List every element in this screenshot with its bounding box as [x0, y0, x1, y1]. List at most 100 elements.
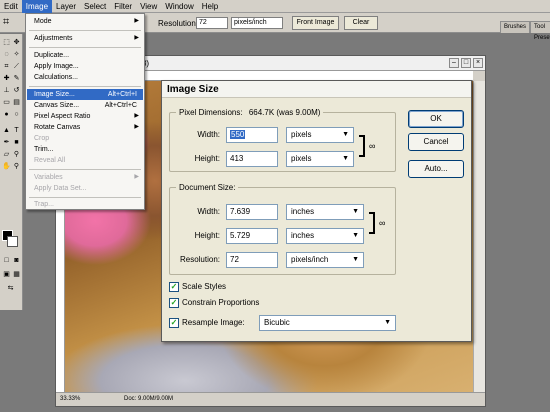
quick-mask-mode-icon[interactable]: ◙: [12, 256, 21, 265]
pen-tool-icon[interactable]: ✒: [2, 138, 11, 147]
blur-tool-icon[interactable]: ●: [2, 110, 11, 119]
slice-tool-icon[interactable]: ⟋: [12, 62, 21, 71]
menu-item-trap: Trap...: [34, 201, 54, 208]
menu-window[interactable]: Window: [161, 0, 197, 13]
submenu-arrow-icon: ▶: [134, 174, 139, 180]
screen-mode-icon[interactable]: ▣: [2, 270, 11, 279]
resample-method-select[interactable]: Bicubic ▼: [259, 315, 396, 331]
eraser-tool-icon[interactable]: ▭: [2, 98, 11, 107]
document-status-bar: 33.33% Doc: 9.00M/9.00M: [56, 392, 485, 406]
lasso-tool-icon[interactable]: ◌: [2, 50, 11, 59]
menu-separator: [29, 86, 141, 87]
background-color-swatch[interactable]: [7, 236, 18, 247]
resolution-unit-select[interactable]: pixels/inch: [231, 17, 283, 29]
menu-item-canvas-size[interactable]: Canvas Size... Alt+Ctrl+C: [27, 100, 143, 111]
resample-image-label: Resample Image:: [182, 318, 245, 327]
menu-item-duplicate[interactable]: Duplicate...: [27, 50, 143, 61]
crop-tool-icon[interactable]: ⌗: [3, 16, 9, 29]
chevron-down-icon: ▼: [352, 208, 359, 215]
maximize-icon[interactable]: □: [461, 58, 471, 68]
marquee-tool-icon[interactable]: ⬚: [2, 38, 11, 47]
move-tool-icon[interactable]: ✥: [12, 38, 21, 47]
tool-presets-tab[interactable]: Tool Presets: [530, 21, 550, 41]
menu-item-rotate-canvas[interactable]: Rotate Canvas ▶: [27, 122, 143, 133]
doc-link-bracket: [369, 212, 375, 234]
resolution-label: Resolution:: [158, 19, 199, 28]
image-size-dialog: Image Size Pixel Dimensions: 664.7K (was…: [161, 80, 472, 342]
auto-button[interactable]: Auto...: [408, 160, 464, 178]
chevron-down-icon: ▼: [352, 232, 359, 239]
jump-to-imageready-icon[interactable]: ⇆: [6, 284, 15, 293]
scale-styles-checkbox[interactable]: ✓: [169, 282, 179, 292]
menu-filter[interactable]: Filter: [110, 0, 136, 13]
menu-separator: [29, 197, 141, 198]
crop-tool-icon[interactable]: ⌗: [2, 62, 11, 71]
menu-item-apply-image[interactable]: Apply Image...: [27, 61, 143, 72]
hand-tool-icon[interactable]: ✋: [2, 162, 11, 171]
standard-mode-icon[interactable]: □: [2, 256, 11, 265]
minimize-icon[interactable]: –: [449, 58, 459, 68]
menu-separator: [29, 169, 141, 170]
menu-edit[interactable]: Edit: [0, 0, 22, 13]
close-icon[interactable]: ×: [473, 58, 483, 68]
type-tool-icon[interactable]: T: [12, 126, 21, 135]
magic-wand-tool-icon[interactable]: ✧: [12, 50, 21, 59]
constrain-proportions-checkbox[interactable]: ✓: [169, 298, 179, 308]
history-brush-tool-icon[interactable]: ↺: [12, 86, 21, 95]
pixel-width-unit-select[interactable]: pixels ▼: [286, 127, 354, 143]
gradient-tool-icon[interactable]: ▤: [12, 98, 21, 107]
resolution-unit-select[interactable]: pixels/inch ▼: [286, 252, 364, 268]
chevron-down-icon: ▼: [342, 155, 349, 162]
ok-button[interactable]: OK: [408, 110, 464, 128]
menu-item-pixel-aspect-ratio[interactable]: Pixel Aspect Ratio ▶: [27, 111, 143, 122]
pixel-width-label: Width:: [197, 130, 220, 139]
menu-layer[interactable]: Layer: [52, 0, 80, 13]
zoom-tool-icon[interactable]: ⚲: [12, 162, 21, 171]
doc-height-input[interactable]: 5.729: [226, 228, 278, 244]
menu-item-adjustments[interactable]: Adjustments ▶: [27, 33, 143, 44]
notes-tool-icon[interactable]: ▱: [2, 150, 11, 159]
stamp-tool-icon[interactable]: ⊥: [2, 86, 11, 95]
brushes-tab[interactable]: Brushes: [500, 21, 531, 33]
menu-image[interactable]: Image: [21, 0, 53, 13]
scale-styles-label: Scale Styles: [182, 282, 227, 291]
doc-width-unit-select[interactable]: inches ▼: [286, 204, 364, 220]
shape-tool-icon[interactable]: ■: [12, 138, 21, 147]
zoom-level[interactable]: 33.33%: [60, 393, 80, 406]
front-image-button[interactable]: Front Image: [292, 16, 339, 30]
pixel-link-bracket: [359, 135, 365, 157]
pixel-height-input[interactable]: 413: [226, 151, 278, 167]
pixel-height-unit-select[interactable]: pixels ▼: [286, 151, 354, 167]
vertical-scrollbar[interactable]: [473, 81, 485, 392]
fullscreen-mode-icon[interactable]: ▦: [12, 270, 21, 279]
menu-bar: Edit Image Layer Select Filter View Wind…: [0, 0, 550, 13]
doc-width-label: Width:: [197, 207, 220, 216]
menu-item-image-size[interactable]: Image Size... Alt+Ctrl+I: [27, 89, 143, 100]
cancel-button[interactable]: Cancel: [408, 133, 464, 151]
menu-help[interactable]: Help: [198, 0, 222, 13]
resolution-input[interactable]: 72: [196, 17, 228, 29]
menu-separator: [29, 47, 141, 48]
resample-image-checkbox[interactable]: ✓: [169, 318, 179, 328]
doc-width-input[interactable]: 7.639: [226, 204, 278, 220]
dodge-tool-icon[interactable]: ○: [12, 110, 21, 119]
eyedropper-tool-icon[interactable]: ⚲: [12, 150, 21, 159]
chain-link-icon: ∞: [379, 218, 386, 228]
doc-size-info[interactable]: Doc: 9.00M/9.00M: [124, 393, 173, 406]
doc-height-unit-select[interactable]: inches ▼: [286, 228, 364, 244]
path-select-tool-icon[interactable]: ▲: [2, 126, 11, 135]
healing-tool-icon[interactable]: ✚: [2, 74, 11, 83]
resolution-input[interactable]: 72: [226, 252, 278, 268]
toolbox: ⬚ ✥ ◌ ✧ ⌗ ⟋ ✚ ✎ ⊥ ↺ ▭ ▤ ● ○ ▲ T ✒ ■ ▱ ⚲ …: [0, 34, 23, 310]
chain-link-icon: ∞: [369, 141, 376, 151]
pixel-width-input[interactable]: 550: [226, 127, 278, 143]
menu-select[interactable]: Select: [80, 0, 110, 13]
menu-item-mode[interactable]: Mode ▶: [27, 16, 143, 27]
menu-item-calculations[interactable]: Calculations...: [27, 72, 143, 83]
chevron-down-icon: ▼: [384, 319, 391, 326]
menu-item-trim[interactable]: Trim...: [27, 144, 143, 155]
dialog-title[interactable]: Image Size: [162, 81, 471, 98]
brush-tool-icon[interactable]: ✎: [12, 74, 21, 83]
clear-button[interactable]: Clear: [344, 16, 378, 30]
menu-view[interactable]: View: [136, 0, 161, 13]
